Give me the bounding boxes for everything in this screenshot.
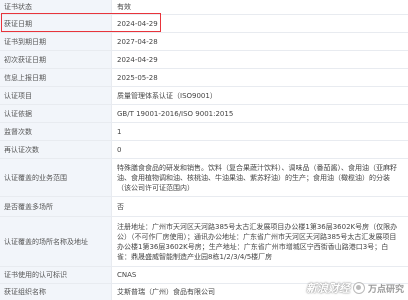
- watermark-text: 万点研究: [367, 284, 404, 295]
- table-row-sites: 认证覆盖的场所名称及地址 注册地址：广州市天河区天河路385号太古汇发展项目办公…: [0, 217, 408, 267]
- row-label: 是否覆盖多场所: [0, 197, 112, 216]
- row-value: 1: [117, 127, 122, 136]
- row-value: 0: [117, 145, 122, 154]
- row-value: 2025-05-28: [117, 73, 158, 82]
- table-row-audit-count: 监督次数 1: [0, 123, 408, 141]
- sites-text: 注册地址：广州市天河区天河路385号太古汇发展项目办公楼1第36层3602K号房…: [117, 222, 398, 261]
- circle-icon: [352, 282, 365, 294]
- row-value: 注册地址：广州市天河区天河路385号太古汇发展项目办公楼1第36层3602K号房…: [117, 217, 402, 266]
- row-value: 2027-04-28: [117, 37, 158, 46]
- watermark: 新浪财经 万点研究: [306, 280, 404, 296]
- table-row-first-issue-date: 初次获证日期 2024-04-29: [0, 51, 408, 69]
- row-value: 有效: [117, 3, 131, 11]
- row-label: 获证组织名称: [0, 284, 112, 300]
- row-label: 证书使用的认可标识: [0, 267, 112, 283]
- row-label: 证书状态: [0, 0, 112, 14]
- row-label: 认证覆盖的场所名称及地址: [0, 217, 112, 266]
- row-value: 质量管理体系认证（ISO9001）: [117, 91, 217, 100]
- table-row-expiry-date: 证书到期日期 2027-04-28: [0, 33, 408, 51]
- row-value: 2024-04-29: [117, 55, 158, 64]
- row-label: 信息上报日期: [0, 69, 112, 86]
- table-row-recert-count: 再认证次数 0: [0, 141, 408, 159]
- table-row-cert-project: 认证项目 质量管理体系认证（ISO9001）: [0, 87, 408, 105]
- table-row-multi-site: 是否覆盖多场所 否: [0, 197, 408, 217]
- row-value: 特殊膳食食品的研发和销售。饮料（复合果蔬汁饮料）、调味品（番茄酱）、食用油（亚麻…: [117, 159, 402, 196]
- row-value: 否: [117, 202, 124, 211]
- row-label: 认证项目: [0, 87, 112, 104]
- row-label: 初次获证日期: [0, 51, 112, 68]
- row-label: 监督次数: [0, 123, 112, 140]
- row-label: 认证依据: [0, 105, 112, 122]
- row-label: 认证覆盖的业务范围: [0, 159, 112, 196]
- table-row-report-date: 信息上报日期 2025-05-28: [0, 69, 408, 87]
- row-label: 再认证次数: [0, 141, 112, 158]
- table-row-business-scope: 认证覆盖的业务范围 特殊膳食食品的研发和销售。饮料（复合果蔬汁饮料）、调味品（番…: [0, 159, 408, 197]
- row-label: 证书到期日期: [0, 33, 112, 50]
- highlight-box: [1, 13, 161, 32]
- table-row-cert-basis: 认证依据 GB/T 19001-2016/ISO 9001:2015: [0, 105, 408, 123]
- row-value: GB/T 19001-2016/ISO 9001:2015: [117, 109, 234, 118]
- business-scope-text: 特殊膳食食品的研发和销售。饮料（复合果蔬汁饮料）、调味品（番茄酱）、食用油（亚麻…: [117, 163, 397, 192]
- watermark-logo: 新浪财经: [305, 282, 350, 295]
